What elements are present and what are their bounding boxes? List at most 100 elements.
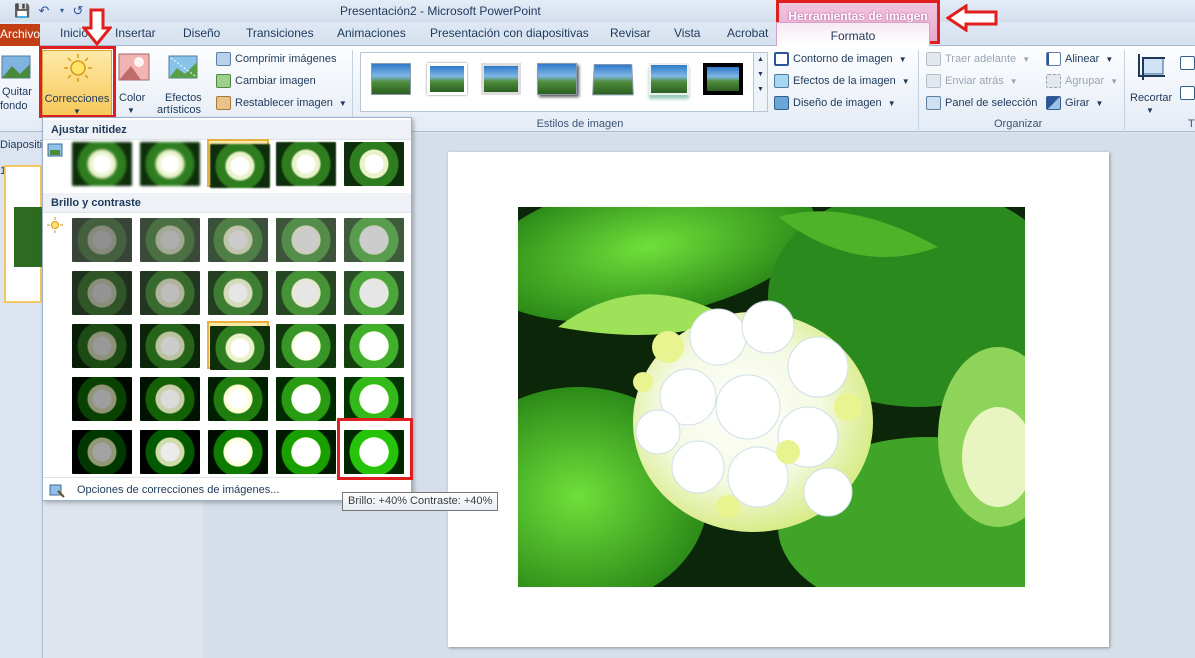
brightness-contrast-option[interactable] bbox=[343, 215, 405, 263]
group-button[interactable]: Agrupar ▼ bbox=[1046, 72, 1118, 90]
tab-presentacion[interactable]: Presentación con diapositivas bbox=[430, 26, 589, 40]
selection-pane-label: Panel de selección bbox=[945, 97, 1038, 109]
slides-pane-label: Diapositi bbox=[0, 139, 43, 151]
hydrangea-picture bbox=[518, 207, 1025, 587]
compress-images-button[interactable]: Comprimir imágenes bbox=[216, 50, 336, 68]
thumbnail-image bbox=[276, 324, 336, 368]
brightness-contrast-option[interactable] bbox=[275, 321, 337, 369]
brightness-contrast-option[interactable] bbox=[139, 427, 201, 475]
sharpen-option[interactable] bbox=[343, 139, 405, 187]
bring-forward-icon bbox=[926, 52, 941, 66]
crop-button[interactable]: Recortar ▼ bbox=[1128, 50, 1176, 115]
brightness-contrast-option[interactable] bbox=[71, 427, 133, 475]
brightness-contrast-option[interactable] bbox=[275, 427, 337, 475]
reset-image-icon bbox=[216, 96, 231, 110]
picture-layout-button[interactable]: Diseño de imagen ▼ bbox=[774, 94, 896, 112]
brightness-contrast-option[interactable] bbox=[275, 215, 337, 263]
rotate-button[interactable]: Girar ▼ bbox=[1046, 94, 1103, 112]
thumbnail-image bbox=[140, 271, 200, 315]
undo-dropdown-icon[interactable]: ▾ bbox=[54, 3, 70, 19]
picture-effects-button[interactable]: Efectos de la imagen ▼ bbox=[774, 72, 910, 90]
brightness-contrast-option[interactable] bbox=[71, 215, 133, 263]
tab-vista[interactable]: Vista bbox=[674, 26, 700, 40]
reset-image-button[interactable]: Restablecer imagen ▼ bbox=[216, 94, 347, 112]
brightness-contrast-option[interactable] bbox=[343, 268, 405, 316]
gallery-scroll[interactable]: ▲ ▼ ▼ bbox=[753, 53, 767, 111]
tab-acrobat[interactable]: Acrobat bbox=[727, 26, 768, 40]
tab-revisar[interactable]: Revisar bbox=[610, 26, 651, 40]
brightness-contrast-option[interactable] bbox=[207, 215, 269, 263]
thumbnail-image bbox=[140, 218, 200, 262]
compress-label: Comprimir imágenes bbox=[235, 53, 337, 65]
change-image-button[interactable]: Cambiar imagen bbox=[216, 72, 316, 90]
tab-formato[interactable]: Formato bbox=[776, 22, 930, 46]
tab-transiciones[interactable]: Transiciones bbox=[246, 26, 314, 40]
sharpen-option[interactable] bbox=[71, 139, 133, 187]
bring-forward-label: Traer adelante bbox=[945, 53, 1017, 65]
selection-pane-button[interactable]: Panel de selección bbox=[926, 94, 1037, 112]
sharpen-option[interactable] bbox=[139, 139, 201, 187]
picture-style-5[interactable] bbox=[592, 63, 634, 96]
picture-style-3[interactable] bbox=[481, 63, 521, 95]
thumbnail-image bbox=[140, 324, 200, 368]
brightness-contrast-option[interactable] bbox=[343, 321, 405, 369]
tab-diseno[interactable]: Diseño bbox=[183, 26, 220, 40]
tab-insertar[interactable]: Insertar bbox=[115, 26, 156, 40]
thumbnail-image bbox=[276, 271, 336, 315]
brightness-contrast-option[interactable] bbox=[139, 374, 201, 422]
remove-background-button[interactable]: Quitar fondo bbox=[0, 50, 36, 114]
picture-style-7[interactable] bbox=[702, 62, 744, 96]
brightness-contrast-option[interactable] bbox=[207, 374, 269, 422]
scroll-up-icon[interactable]: ▲ bbox=[754, 56, 767, 63]
brightness-contrast-option[interactable] bbox=[71, 374, 133, 422]
picture-style-6[interactable] bbox=[649, 63, 689, 95]
brightness-contrast-option[interactable] bbox=[207, 321, 270, 370]
thumbnail-image bbox=[276, 377, 336, 421]
picture-styles-gallery[interactable]: ▲ ▼ ▼ bbox=[360, 52, 768, 112]
brightness-contrast-option[interactable] bbox=[343, 374, 405, 422]
thumbnail-image bbox=[276, 218, 336, 262]
sharpen-option[interactable] bbox=[275, 139, 337, 187]
remove-background-label-2: fondo bbox=[0, 100, 28, 112]
slide-thumbnail-image bbox=[14, 207, 44, 267]
align-button[interactable]: Alinear ▼ bbox=[1046, 50, 1113, 68]
thumbnail-image bbox=[344, 324, 404, 368]
brightness-contrast-option[interactable] bbox=[207, 427, 269, 475]
picture-style-1[interactable] bbox=[371, 63, 411, 95]
brightness-contrast-option[interactable] bbox=[71, 268, 133, 316]
picture-style-2[interactable] bbox=[427, 63, 467, 95]
tab-archivo[interactable]: Archivo bbox=[0, 24, 40, 46]
brightness-contrast-option[interactable] bbox=[139, 268, 201, 316]
bring-forward-button[interactable]: Traer adelante ▼ bbox=[926, 50, 1030, 68]
save-icon[interactable]: 💾 bbox=[14, 3, 30, 19]
chevron-down-icon: ▼ bbox=[1105, 55, 1114, 64]
picture-border-button[interactable]: Contorno de imagen ▼ bbox=[774, 50, 907, 68]
scroll-down-icon[interactable]: ▼ bbox=[754, 71, 767, 78]
sharpen-option[interactable] bbox=[207, 139, 270, 188]
artistic-effects-button[interactable]: Efectos artísticos bbox=[155, 50, 213, 116]
thumbnail-image bbox=[72, 271, 132, 315]
picture-style-4[interactable] bbox=[537, 63, 577, 95]
color-button[interactable]: Color ▼ bbox=[115, 50, 151, 115]
brightness-contrast-option[interactable] bbox=[71, 321, 133, 369]
thumbnail-image bbox=[208, 377, 268, 421]
options-icon bbox=[49, 484, 65, 498]
group-label-size: T bbox=[1188, 118, 1195, 130]
more-styles-icon[interactable]: ▼ bbox=[754, 86, 767, 93]
tab-animaciones[interactable]: Animaciones bbox=[337, 26, 406, 40]
chevron-down-icon: ▼ bbox=[1022, 55, 1031, 64]
width-icon bbox=[1180, 84, 1195, 102]
group-label-picture-styles: Estilos de imagen bbox=[536, 118, 624, 130]
color-icon bbox=[118, 53, 150, 81]
undo-icon[interactable]: ↶ bbox=[36, 3, 52, 19]
slide-picture[interactable] bbox=[518, 207, 1025, 587]
brightness-contrast-option[interactable] bbox=[275, 374, 337, 422]
brightness-contrast-option[interactable] bbox=[139, 321, 201, 369]
brightness-contrast-option[interactable] bbox=[207, 268, 269, 316]
thumbnail-image bbox=[208, 430, 268, 474]
send-backward-button[interactable]: Enviar atrás ▼ bbox=[926, 72, 1018, 90]
brightness-contrast-option[interactable] bbox=[275, 268, 337, 316]
thumbnail-image bbox=[210, 326, 270, 370]
brightness-contrast-option[interactable] bbox=[139, 215, 201, 263]
slide-thumbnail[interactable] bbox=[4, 165, 44, 303]
